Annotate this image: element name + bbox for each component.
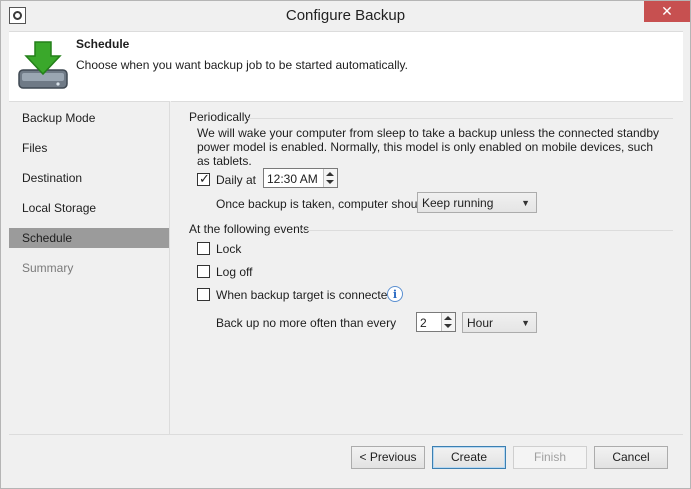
events-heading: At the following events — [189, 222, 310, 236]
wizard-footer: < Previous Create Finish Cancel — [9, 434, 683, 482]
nav-item-destination[interactable]: Destination — [9, 168, 169, 188]
logoff-label: Log off — [216, 265, 253, 279]
often-unit-select[interactable]: Hour ▼ — [462, 312, 537, 333]
check-icon: ✓ — [199, 171, 210, 186]
daily-time-value: 12:30 AM — [267, 172, 318, 186]
after-backup-select[interactable]: Keep running ▼ — [417, 192, 537, 213]
configure-backup-window: Configure Backup ✕ Schedule Choose when … — [0, 0, 691, 489]
chevron-down-icon: ▼ — [521, 198, 530, 208]
periodically-note: We will wake your computer from sleep to… — [197, 126, 660, 168]
target-connected-checkbox[interactable] — [197, 288, 210, 301]
chevron-up-icon[interactable] — [326, 172, 334, 176]
target-connected-label: When backup target is connected — [216, 288, 395, 302]
often-label: Back up no more often than every — [216, 316, 397, 330]
title-bar: Configure Backup ✕ — [1, 1, 690, 31]
chevron-up-icon[interactable] — [444, 316, 452, 320]
wizard-nav: Backup Mode Files Destination Local Stor… — [9, 101, 170, 434]
spinner-arrows[interactable] — [323, 169, 337, 187]
after-backup-value: Keep running — [422, 196, 494, 210]
daily-checkbox[interactable]: ✓ — [197, 171, 210, 186]
create-button[interactable]: Create — [432, 446, 506, 469]
chevron-down-icon[interactable] — [444, 324, 452, 328]
after-backup-label: Once backup is taken, computer should — [216, 197, 427, 211]
nav-item-local-storage[interactable]: Local Storage — [9, 198, 169, 218]
daily-label: Daily at — [216, 173, 257, 187]
often-value-spinner[interactable]: 2 — [416, 312, 456, 332]
often-value: 2 — [420, 316, 427, 330]
logoff-checkbox[interactable] — [197, 265, 210, 278]
window-title: Configure Backup — [285, 7, 406, 24]
previous-button[interactable]: < Previous — [351, 446, 425, 469]
backup-drive-icon — [18, 41, 68, 89]
wizard-header: Schedule Choose when you want backup job… — [9, 31, 683, 101]
spinner-arrows[interactable] — [441, 313, 455, 331]
nav-item-backup-mode[interactable]: Backup Mode — [9, 108, 169, 128]
periodically-heading: Periodically — [189, 110, 251, 124]
nav-item-summary: Summary — [22, 261, 74, 275]
lock-label: Lock — [216, 242, 242, 256]
often-unit-value: Hour — [467, 316, 494, 330]
info-icon[interactable]: i — [387, 286, 403, 302]
lock-checkbox[interactable] — [197, 242, 210, 255]
page-title: Schedule — [76, 37, 130, 51]
schedule-panel: Periodically We will wake your computer … — [171, 101, 683, 434]
finish-button: Finish — [513, 446, 587, 469]
cancel-button[interactable]: Cancel — [594, 446, 668, 469]
periodically-divider — [247, 118, 673, 119]
chevron-down-icon: ▼ — [521, 318, 530, 328]
nav-item-schedule[interactable]: Schedule — [9, 228, 169, 248]
events-divider — [301, 230, 673, 231]
close-button[interactable]: ✕ — [644, 1, 690, 22]
page-description: Choose when you want backup job to be st… — [76, 58, 408, 72]
daily-time-spinner[interactable]: 12:30 AM — [263, 168, 338, 188]
close-icon: ✕ — [661, 3, 673, 19]
nav-item-files[interactable]: Files — [9, 138, 169, 158]
chevron-down-icon[interactable] — [326, 180, 334, 184]
